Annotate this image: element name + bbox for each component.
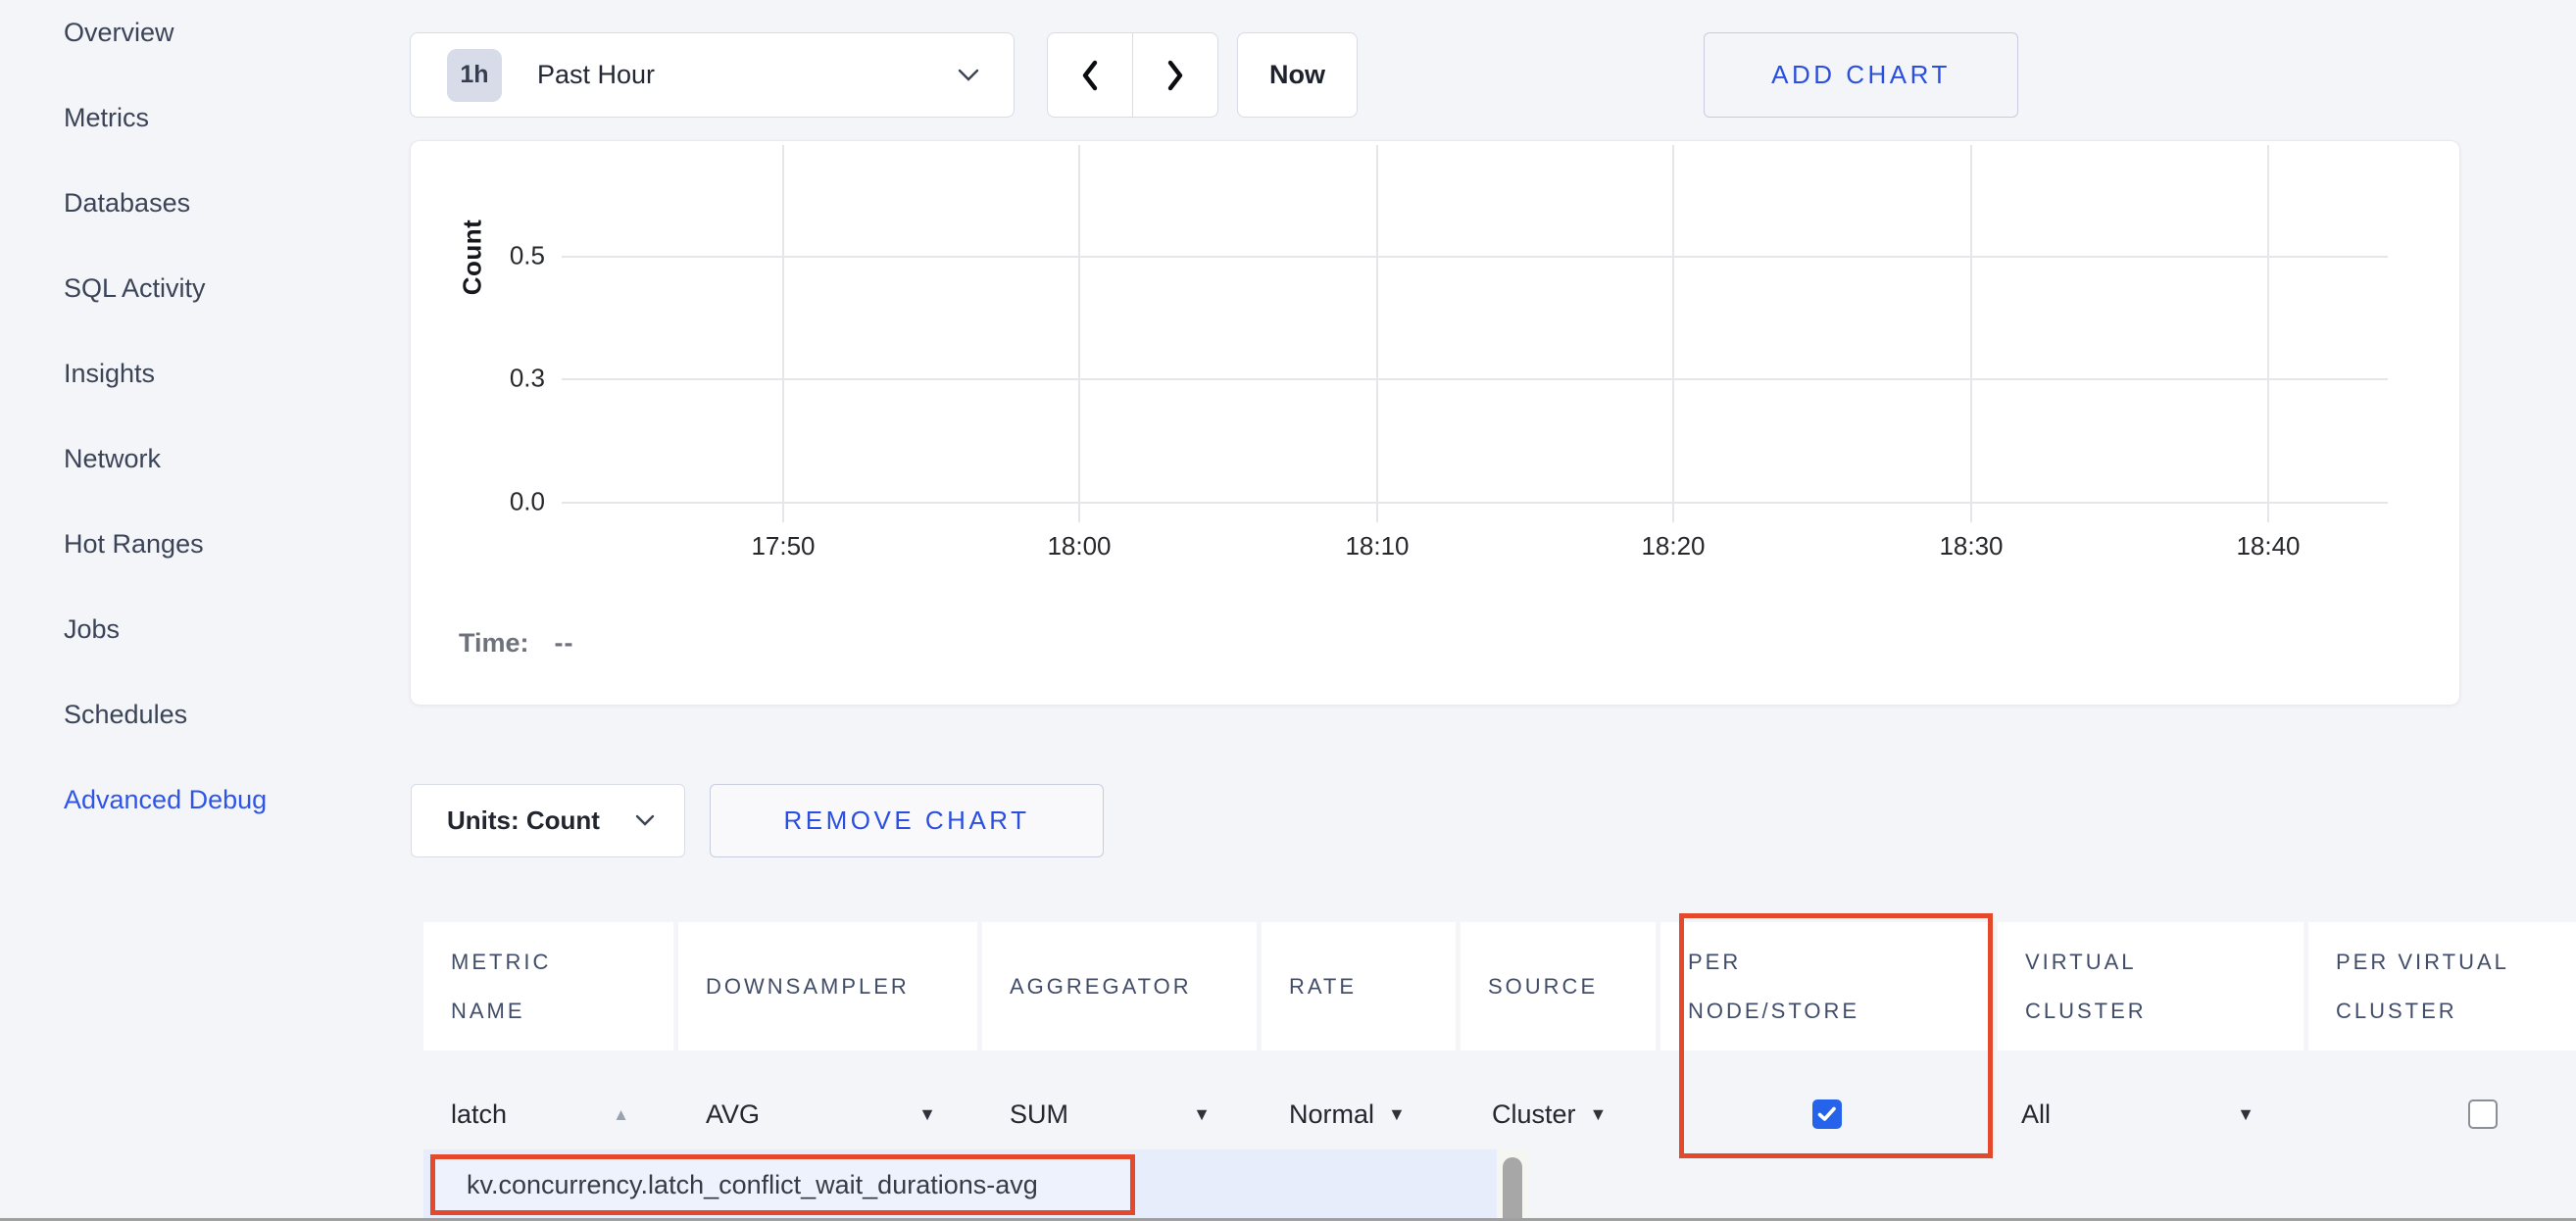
caret-down-icon: ▼ <box>1388 1105 1406 1123</box>
add-chart-button[interactable]: ADD CHART <box>1704 32 2018 118</box>
column-header-aggregator: AGGREGATOR <box>982 922 1257 1050</box>
dropdown-scrollbar-thumb[interactable] <box>1503 1157 1522 1221</box>
chevron-down-icon <box>958 69 979 82</box>
sidebar: Overview Metrics Databases SQL Activity … <box>0 0 410 843</box>
sidebar-item-overview[interactable]: Overview <box>0 0 410 75</box>
per-node-store-checkbox[interactable] <box>1812 1099 1842 1129</box>
check-icon <box>1817 1106 1837 1122</box>
sidebar-item-advanced-debug[interactable]: Advanced Debug <box>0 757 410 843</box>
y-tick-label: 0.5 <box>427 241 545 271</box>
source-value: Cluster <box>1492 1099 1576 1130</box>
suggestion-item[interactable]: kv.concurrency.latch_conflict_wait_durat… <box>430 1154 1135 1215</box>
sidebar-item-metrics[interactable]: Metrics <box>0 75 410 161</box>
sidebar-item-label: SQL Activity <box>64 273 206 304</box>
column-header-metric-name: METRIC NAME <box>423 922 673 1050</box>
sidebar-item-label: Network <box>64 444 161 474</box>
previous-time-window-button[interactable] <box>1047 32 1133 118</box>
downsampler-value: AVG <box>706 1099 760 1130</box>
dropdown-scrollbar[interactable] <box>1497 1149 1529 1221</box>
sidebar-item-label: Hot Ranges <box>64 529 204 560</box>
gridline-vertical <box>1376 145 1378 522</box>
x-tick-label: 18:10 <box>1318 531 1436 562</box>
chart-hover-time-readout: Time: -- <box>459 628 574 659</box>
sidebar-item-hot-ranges[interactable]: Hot Ranges <box>0 502 410 587</box>
time-range-dropdown[interactable]: 1h Past Hour <box>410 32 1015 118</box>
column-header-downsampler: DOWNSAMPLER <box>678 922 977 1050</box>
chevron-right-icon <box>1164 59 1187 92</box>
sidebar-item-insights[interactable]: Insights <box>0 331 410 416</box>
x-tick-label: 18:30 <box>1912 531 2030 562</box>
now-button[interactable]: Now <box>1237 32 1358 118</box>
time-readout-label: Time: <box>459 628 529 659</box>
gridline-vertical <box>1672 145 1674 522</box>
x-tick-label: 18:20 <box>1614 531 1732 562</box>
y-tick-label: 0.0 <box>427 487 545 517</box>
sidebar-item-label: Insights <box>64 359 155 389</box>
sidebar-item-label: Advanced Debug <box>64 785 267 815</box>
gridline-vertical <box>1970 145 1972 522</box>
caret-down-icon: ▼ <box>1193 1105 1211 1123</box>
sidebar-item-label: Overview <box>64 18 174 48</box>
rate-value: Normal <box>1289 1099 1374 1130</box>
column-header-per-virtual-cluster: PER VIRTUAL CLUSTER <box>2308 922 2576 1050</box>
time-window-nav <box>1047 32 1218 118</box>
metric-table-header: METRIC NAME DOWNSAMPLER AGGREGATOR RATE … <box>423 922 2576 1050</box>
time-readout-value: -- <box>555 628 574 659</box>
sidebar-item-label: Jobs <box>64 614 120 645</box>
suggestion-label: kv.concurrency.latch_conflict_wait_durat… <box>467 1170 1038 1200</box>
metric-name-value: latch <box>451 1099 507 1130</box>
column-header-virtual-cluster: VIRTUAL CLUSTER <box>1998 922 2304 1050</box>
column-header-per-node-store: PER NODE/STORE <box>1660 922 1993 1050</box>
remove-chart-button[interactable]: REMOVE CHART <box>710 784 1104 857</box>
gridline-vertical <box>2267 145 2269 522</box>
time-range-label: Past Hour <box>537 60 958 90</box>
caret-down-icon: ▼ <box>2237 1105 2254 1123</box>
units-dropdown[interactable]: Units: Count <box>411 784 685 857</box>
sidebar-item-label: Metrics <box>64 103 149 133</box>
sidebar-item-label: Schedules <box>64 700 187 730</box>
gridline-horizontal <box>562 502 2388 504</box>
column-header-rate: RATE <box>1262 922 1456 1050</box>
aggregator-value: SUM <box>1010 1099 1068 1130</box>
x-tick-label: 17:50 <box>724 531 842 562</box>
units-dropdown-label: Units: Count <box>447 806 635 836</box>
caret-down-icon: ▼ <box>918 1105 936 1123</box>
column-header-source: SOURCE <box>1461 922 1656 1050</box>
sidebar-item-label: Databases <box>64 188 190 219</box>
chevron-left-icon <box>1078 59 1102 92</box>
gridline-horizontal <box>562 256 2388 258</box>
x-tick-label: 18:00 <box>1020 531 1138 562</box>
gridline-vertical <box>1078 145 1080 522</box>
x-tick-label: 18:40 <box>2209 531 2327 562</box>
custom-chart-panel: Count 0.5 0.3 0.0 17:50 18:00 18:10 18:2… <box>410 140 2460 706</box>
metric-name-suggestions-dropdown: kv.concurrency.latch_conflict_wait_durat… <box>423 1149 1529 1221</box>
sidebar-item-network[interactable]: Network <box>0 416 410 502</box>
gridline-horizontal <box>562 378 2388 380</box>
sidebar-item-schedules[interactable]: Schedules <box>0 672 410 757</box>
metric-config-table: METRIC NAME DOWNSAMPLER AGGREGATOR RATE … <box>423 922 2576 1178</box>
sidebar-item-databases[interactable]: Databases <box>0 161 410 246</box>
sidebar-item-sql-activity[interactable]: SQL Activity <box>0 246 410 331</box>
gridline-vertical <box>782 145 784 522</box>
virtual-cluster-value: All <box>2021 1099 2051 1130</box>
next-time-window-button[interactable] <box>1132 32 1218 118</box>
y-tick-label: 0.3 <box>427 364 545 394</box>
sidebar-item-jobs[interactable]: Jobs <box>0 587 410 672</box>
chevron-down-icon <box>635 814 655 827</box>
per-virtual-cluster-checkbox[interactable] <box>2468 1099 2498 1129</box>
caret-up-icon: ▲ <box>613 1106 629 1123</box>
caret-down-icon: ▼ <box>1590 1105 1608 1123</box>
time-range-badge: 1h <box>447 49 502 102</box>
virtual-cluster-select[interactable]: All ▼ <box>1998 1050 2304 1178</box>
